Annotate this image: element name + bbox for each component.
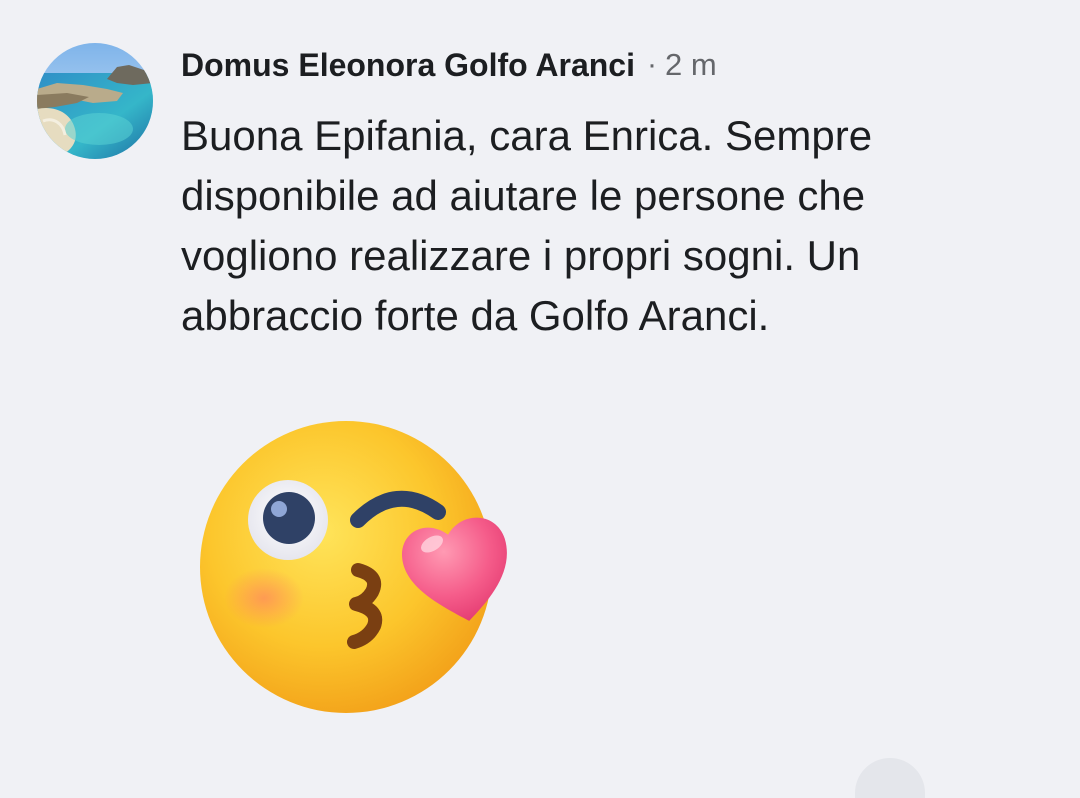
avatar-photo-icon (37, 43, 153, 159)
kiss-sticker[interactable] (196, 412, 536, 722)
comment-timestamp[interactable]: 2 m (665, 47, 717, 83)
author-name[interactable]: Domus Eleonora Golfo Aranci (181, 47, 635, 84)
reaction-button-partial[interactable] (855, 758, 925, 798)
comment: Domus Eleonora Golfo Aranci · 2 m Buona … (0, 0, 1080, 798)
face-blowing-kiss-icon (200, 421, 507, 713)
comment-header: Domus Eleonora Golfo Aranci · 2 m (181, 44, 717, 86)
avatar[interactable] (37, 43, 153, 159)
meta-separator: · (646, 48, 657, 81)
comment-text: Buona Epifania, cara Enrica. Sempre disp… (181, 112, 873, 339)
